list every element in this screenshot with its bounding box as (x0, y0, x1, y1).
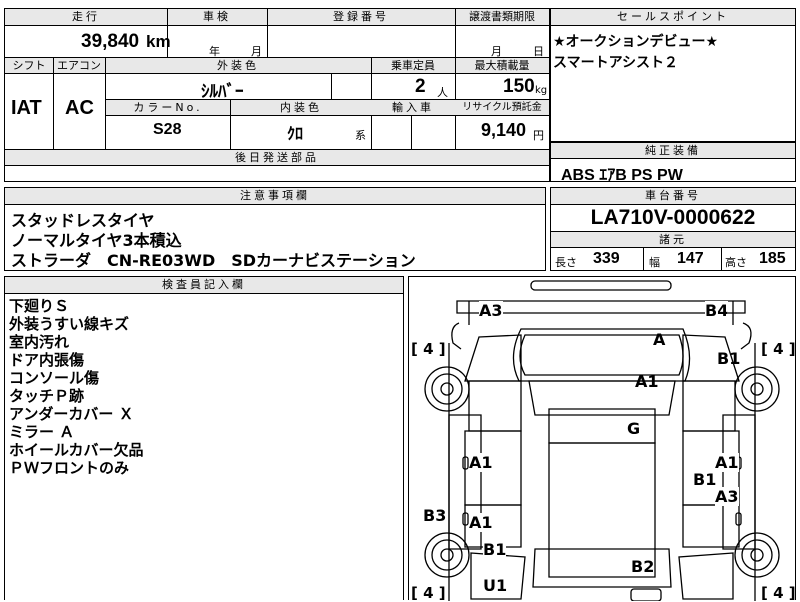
recycle-unit: 円 (533, 129, 544, 142)
height-value: 185 (759, 250, 786, 267)
damage-label: A1 (715, 453, 739, 472)
tire-mark-front-left: [ 4 ] (411, 340, 446, 358)
damage-label: B1 (717, 349, 741, 368)
import-header: 輸入車 (371, 100, 455, 115)
vehicle-info-table: 走行 車検 登録番号 譲渡書類期限 39,840 km 年 月 月 日 シフト … (4, 8, 550, 182)
transfer-deadline-header: 譲渡書類期限 (455, 9, 549, 25)
capacity-value: 2 (415, 76, 426, 97)
shift-value: IAT (11, 97, 42, 119)
chassis-header: 車台番号 (551, 188, 795, 204)
inspection-header: 車検 (167, 9, 267, 25)
vehicle-outline-drawing (424, 280, 780, 601)
damage-label: A1 (469, 513, 493, 532)
mileage-unit: km (146, 32, 171, 51)
interior-color-header: 内装色 (231, 100, 371, 115)
capacity-unit: 人 (437, 86, 448, 99)
length-value: 339 (593, 250, 620, 267)
chassis-box: 車台番号 LA710V-0000622 諸元 長さ 339 幅 147 高さ 1… (550, 187, 796, 271)
inspector-box: 検査員記入欄 下廻りＳ 外装うすい線キズ 室内汚れ ドア内張傷 コンソール傷 タ… (4, 276, 404, 600)
sales-points-box: セールスポイント ★オークションデビュー★ スマートアシスト２ (550, 8, 796, 142)
notes-header: 注意事項欄 (5, 188, 545, 204)
tire-mark-rear-right: [ 4 ] (761, 584, 796, 602)
capacity-header: 乗車定員 (371, 58, 455, 73)
chassis-number: LA710V-0000622 (590, 206, 756, 229)
interior-color-suffix: 系 (355, 129, 366, 142)
sales-point-line-1: ★オークションデビュー★ (553, 34, 719, 50)
height-label: 高さ (725, 256, 747, 269)
notes-box: 注意事項欄 スタッドレスタイヤ ノーマルタイヤ3本積込 ストラーダ CN-RE0… (4, 187, 546, 271)
recycle-header: リサイクル預託金 (455, 100, 549, 115)
shift-header: シフト (5, 58, 53, 73)
specs-header: 諸元 (551, 232, 795, 247)
max-load-header: 最大積載量 (455, 58, 549, 73)
damage-label: A (653, 330, 666, 349)
mileage-header: 走行 (5, 9, 167, 25)
damage-label: U1 (483, 576, 508, 595)
max-load-unit: kg (535, 85, 548, 96)
later-parts-header: 後日発送部品 (5, 150, 549, 165)
max-load-value: 150 (503, 76, 535, 97)
inspector-header: 検査員記入欄 (5, 277, 403, 293)
damage-label: B4 (705, 301, 729, 320)
tire-mark-front-right: [ 4 ] (761, 340, 796, 358)
damage-label: G (627, 419, 641, 438)
vehicle-diagram: [ 4 ] [ 4 ] [ 4 ] [ 4 ] A3 B4 A B1 A1 G … (408, 276, 796, 602)
inspector-line-10: ＰＷフロントのみ (9, 459, 130, 477)
notes-line-3: ストラーダ CN-RE03WD SDカーナビステーション (11, 251, 416, 270)
color-no-header: カラーNo. (106, 100, 230, 115)
damage-label: A1 (469, 453, 493, 472)
damage-label: B1 (483, 540, 507, 559)
recycle-value: 9,140 (481, 120, 527, 140)
damage-label: A3 (479, 301, 503, 320)
mileage-value: 39,840 (81, 31, 140, 52)
sales-point-line-2: スマートアシスト２ (553, 55, 679, 71)
genuine-equipment-value: ABS ｴｱB PS PW (561, 167, 683, 184)
damage-label: B3 (423, 506, 447, 525)
damage-label: A3 (715, 487, 739, 506)
genuine-equipment-box: 純正装備 ABS ｴｱB PS PW (550, 142, 796, 184)
aircon-header: エアコン (53, 58, 105, 73)
color-no-value: S28 (153, 121, 182, 138)
interior-color-value: ｸﾛ (287, 124, 304, 143)
exterior-color-header: 外装色 (105, 58, 371, 73)
width-label: 幅 (649, 256, 660, 269)
aircon-value: AC (65, 97, 94, 119)
width-value: 147 (677, 250, 704, 267)
registration-header: 登録番号 (267, 9, 455, 25)
sales-points-header: セールスポイント (551, 9, 795, 25)
tire-mark-rear-left: [ 4 ] (411, 584, 446, 602)
genuine-equipment-header: 純正装備 (551, 143, 795, 158)
damage-label: B2 (631, 557, 655, 576)
damage-label: B1 (693, 470, 717, 489)
damage-label: A1 (635, 372, 659, 391)
length-label: 長さ (555, 256, 577, 269)
